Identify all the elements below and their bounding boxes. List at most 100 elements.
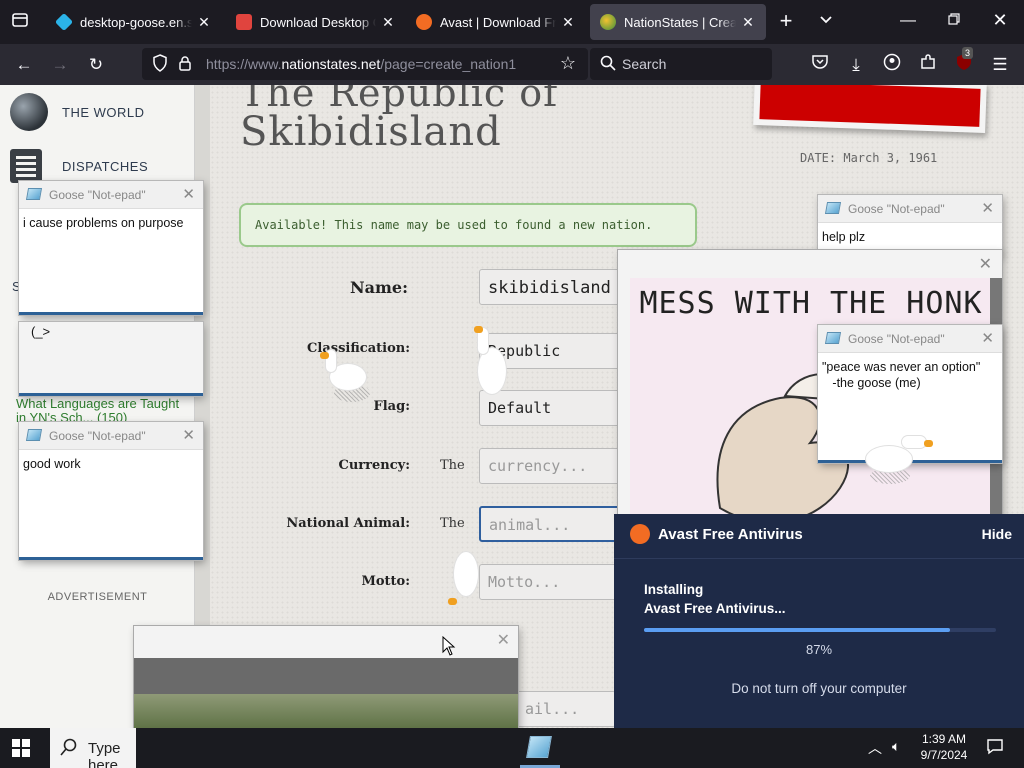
goose-beak (320, 352, 329, 359)
close-icon[interactable]: ✕ (182, 426, 195, 444)
name-input[interactable]: skibidisland (479, 269, 629, 305)
goose-note-text[interactable]: help plz (822, 229, 998, 245)
classification-label: Classification: (307, 341, 410, 356)
goose-note-text[interactable]: "peace was never an option" -the goose (… (822, 359, 998, 391)
chevron-up-icon[interactable]: ︿ (868, 738, 882, 758)
nation-title-line2: Skibidisland (240, 109, 502, 155)
url-domain: nationstates.net (281, 56, 381, 72)
extension-badge: 3 (962, 47, 974, 59)
tab-nationstates[interactable]: NationStates | Create a Nation ✕ (590, 4, 766, 40)
close-icon[interactable]: ✕ (981, 329, 994, 347)
close-tab-icon[interactable]: ✕ (380, 14, 396, 31)
video-letterbox (134, 658, 518, 694)
close-tab-icon[interactable]: ✕ (740, 14, 756, 31)
close-icon[interactable]: ✕ (497, 630, 510, 650)
download-icon[interactable]: ⤓ (844, 53, 868, 77)
store-favicon-icon (236, 14, 252, 30)
tab-avast[interactable]: Avast | Download Free Antivirus ✕ (406, 4, 586, 40)
motto-label: Motto: (361, 574, 410, 589)
motto-input[interactable]: Motto... (479, 564, 629, 600)
lock-icon[interactable] (178, 55, 192, 77)
speaker-muted-icon[interactable]: 🔈︎ (892, 738, 900, 755)
goose-note-window[interactable]: Goose "Not-epad" ✕ good work (19, 422, 203, 560)
goose-body (478, 348, 506, 394)
goose-note-title: Goose "Not-epad" (848, 332, 945, 346)
email-input[interactable]: ail... (516, 691, 616, 727)
notepad-icon (824, 202, 842, 214)
goose-sticky-window[interactable]: (_> (19, 322, 203, 396)
close-window-icon[interactable]: ✕ (988, 10, 1012, 31)
ublock-icon[interactable]: 3 (952, 47, 976, 77)
clock[interactable]: 1:39 AM 9/7/2024 (920, 731, 968, 763)
goose-beak (924, 440, 933, 447)
currency-label: Currency: (338, 458, 411, 473)
shield-icon[interactable] (152, 54, 168, 77)
hamburger-menu-icon[interactable]: ☰ (988, 53, 1012, 77)
national-animal-input[interactable]: animal... (479, 506, 629, 542)
account-icon[interactable] (880, 53, 904, 77)
bookmark-star-icon[interactable]: ☆ (560, 53, 576, 74)
notepad-icon (25, 188, 43, 200)
goose-note-title: Goose "Not-epad" (848, 202, 945, 216)
tab-list-icon[interactable] (8, 10, 32, 34)
tab-download-goose[interactable]: Download Desktop Goose ✕ (226, 4, 406, 40)
date-stamp: DATE: March 3, 1961 (800, 151, 938, 165)
goose-icon[interactable] (444, 552, 484, 612)
notepad-icon (824, 332, 842, 344)
goose-note-text[interactable]: good work (23, 456, 199, 472)
extensions-icon[interactable] (916, 53, 940, 77)
avast-title: Avast Free Antivirus (658, 526, 803, 543)
windows-start-icon[interactable] (12, 739, 30, 757)
new-tab-icon[interactable]: + (774, 10, 798, 32)
availability-message: Available! This name may be used to foun… (239, 203, 697, 247)
restore-icon[interactable] (942, 12, 966, 30)
avast-divider (614, 558, 1024, 559)
goose-icon[interactable] (320, 350, 376, 406)
goose-beak (474, 326, 483, 333)
animal-prefix: The (440, 516, 465, 531)
softonic-favicon-icon (54, 12, 74, 32)
avast-favicon-icon (416, 14, 432, 30)
goose-note-window[interactable]: Goose "Not-epad" ✕ help plz (818, 195, 1002, 255)
taskbar: Type here ︿ 🔈︎ 1:39 AM 9/7/2024 (0, 728, 1024, 768)
chevron-down-icon[interactable] (814, 12, 838, 30)
minimize-icon[interactable]: — (896, 12, 920, 30)
tab-softonic[interactable]: desktop-goose.en.softonic ✕ (46, 4, 222, 40)
url-bar[interactable]: https://www.nationstates.net/page=create… (142, 48, 588, 80)
national-animal-label: National Animal: (286, 516, 410, 531)
search-icon (600, 55, 616, 76)
goose-icon[interactable] (470, 326, 516, 402)
hide-button[interactable]: Hide (982, 526, 1012, 542)
close-tab-icon[interactable]: ✕ (196, 14, 212, 31)
reload-icon[interactable]: ↻ (84, 53, 108, 77)
notification-icon[interactable] (986, 737, 1004, 758)
currency-input[interactable]: currency... (479, 448, 629, 484)
sidebar-item-dispatches[interactable]: DISPATCHES (10, 149, 148, 183)
goose-note-window[interactable]: Goose "Not-epad" ✕ i cause problems on p… (19, 181, 203, 315)
goose-notepad-taskbar-icon[interactable] (526, 736, 552, 758)
back-arrow-icon[interactable]: ← (12, 53, 36, 77)
url-prefix: https://www. (206, 56, 282, 72)
pocket-icon[interactable] (808, 53, 832, 77)
sidebar-item-label: DISPATCHES (62, 158, 149, 174)
close-icon[interactable]: ✕ (182, 185, 195, 203)
close-tab-icon[interactable]: ✕ (560, 14, 576, 31)
search-icon (60, 738, 78, 761)
dispatch-link[interactable]: What Languages are Taught in YN's Sch...… (16, 397, 192, 425)
tab-bar: desktop-goose.en.softonic ✕ Download Des… (0, 0, 1024, 44)
goose-body (866, 446, 912, 472)
goose-sticky-text[interactable]: (_> (31, 324, 50, 339)
search-bar[interactable]: Search (590, 48, 772, 80)
close-icon[interactable]: ✕ (981, 199, 994, 217)
forward-arrow-icon[interactable]: → (48, 53, 72, 77)
advertisement-label: ADVERTISEMENT (47, 591, 148, 603)
url-text[interactable]: https://www.nationstates.net/page=create… (206, 56, 516, 72)
goose-icon[interactable] (862, 432, 936, 488)
taskbar-search-placeholder: Type here (88, 740, 121, 768)
url-path: /page=create_nation1 (380, 56, 517, 72)
close-icon[interactable]: ✕ (979, 254, 992, 274)
goose-note-text[interactable]: i cause problems on purpose (23, 215, 199, 231)
sidebar-item-label: THE WORLD (62, 104, 145, 120)
sidebar-item-world[interactable]: THE WORLD (10, 93, 145, 131)
taskbar-search[interactable]: Type here (50, 728, 136, 768)
